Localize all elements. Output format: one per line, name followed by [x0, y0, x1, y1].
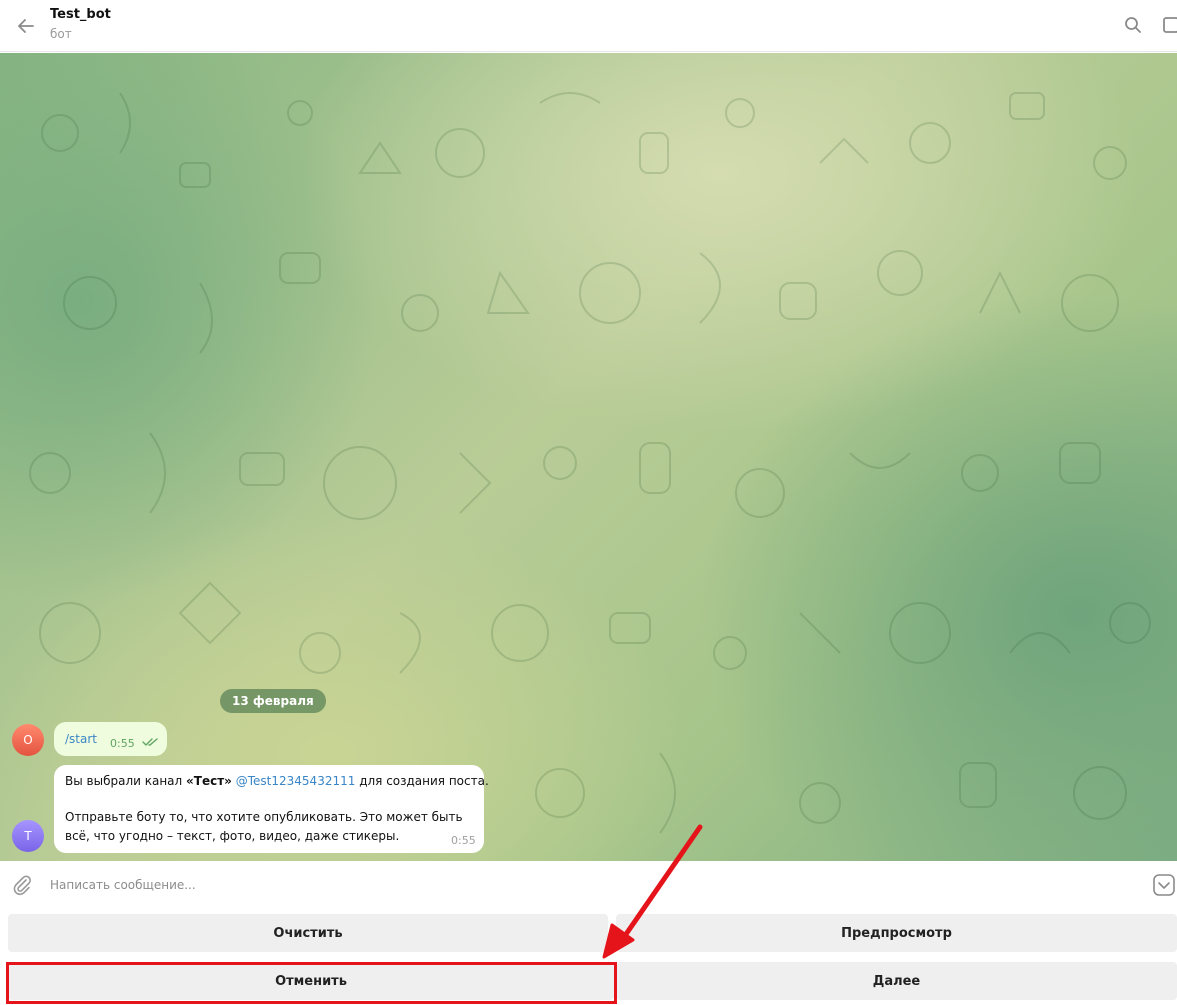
- message-time: 0:55: [110, 737, 135, 750]
- chat-header: Test_bot бот: [0, 0, 1177, 52]
- chat-area[interactable]: 13 февраля O /start 0:55 T Вы выбрали ка…: [0, 53, 1177, 861]
- clear-button[interactable]: Очистить: [8, 914, 608, 952]
- search-icon: [1125, 17, 1141, 33]
- avatar[interactable]: O: [12, 724, 44, 756]
- search-button[interactable]: [1121, 13, 1145, 37]
- reply-keyboard: Очистить Предпросмотр Отменить Далее: [0, 909, 1177, 1005]
- avatar[interactable]: T: [12, 820, 44, 852]
- double-check-icon: [142, 738, 158, 746]
- cancel-button[interactable]: Отменить: [8, 962, 614, 1000]
- channel-mention-link[interactable]: @Test12345432111: [236, 774, 356, 788]
- sidebar-toggle-icon: [1163, 17, 1177, 33]
- sidebar-toggle-button[interactable]: [1160, 13, 1177, 37]
- message-composer: [0, 861, 1177, 909]
- message-text[interactable]: /start: [65, 732, 97, 746]
- incoming-message[interactable]: Вы выбрали канал «Тест» @Test12345432111…: [54, 765, 489, 853]
- arrow-left-icon: [18, 19, 34, 33]
- next-button[interactable]: Далее: [616, 962, 1177, 1000]
- back-button[interactable]: [12, 12, 40, 40]
- bot-keyboard-button[interactable]: [1152, 873, 1176, 897]
- outgoing-message[interactable]: /start 0:55: [54, 722, 167, 756]
- message-line: Отправьте боту то, что хотите опубликова…: [65, 810, 463, 824]
- channel-name: «Тест»: [186, 774, 232, 788]
- chat-subtitle: бот: [50, 27, 72, 41]
- bot-keyboard-icon: [1153, 874, 1175, 896]
- message-time: 0:55: [451, 834, 476, 847]
- message-input[interactable]: [50, 873, 1130, 897]
- date-separator: 13 февраля: [220, 689, 326, 713]
- message-line: всё, что угодно – текст, фото, видео, да…: [65, 829, 400, 843]
- message-text: Вы выбрали канал: [65, 774, 187, 788]
- message-text: для создания поста.: [355, 774, 489, 788]
- wallpaper-pattern: [29, 92, 1151, 834]
- attach-button[interactable]: [10, 873, 34, 897]
- paperclip-icon: [13, 875, 31, 896]
- preview-button[interactable]: Предпросмотр: [616, 914, 1177, 952]
- chat-title[interactable]: Test_bot: [50, 7, 111, 22]
- message-line: Вы выбрали канал «Тест» @Test12345432111…: [65, 774, 489, 788]
